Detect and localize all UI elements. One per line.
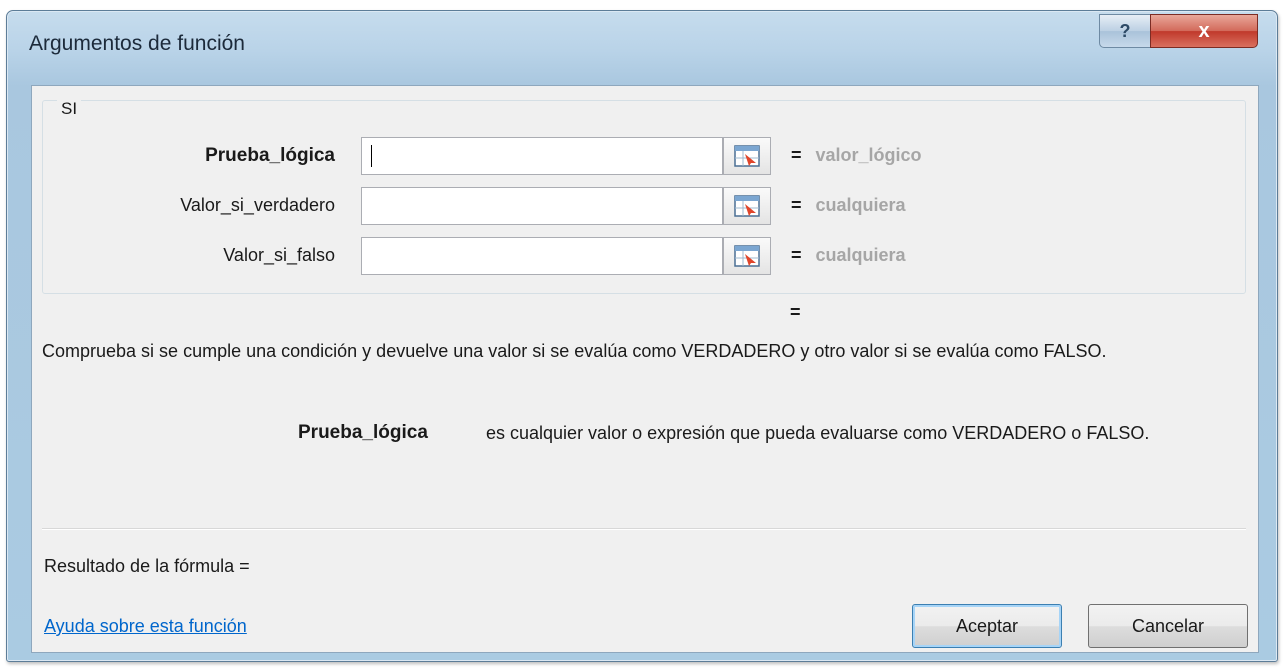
function-result-equals: = <box>790 302 801 322</box>
argument-result: = cualquiera <box>791 195 906 216</box>
range-select-icon <box>734 245 760 267</box>
collapse-dialog-button[interactable] <box>723 137 771 175</box>
question-mark-icon: ? <box>1119 20 1131 41</box>
result-value: cualquiera <box>815 245 906 265</box>
title-bar: Argumentos de función ? x <box>7 11 1277 83</box>
function-group: SI Prueba_lógica = valor_lógico Valor_si… <box>42 99 1246 294</box>
dialog-title: Argumentos de función <box>29 32 245 55</box>
result-value: valor_lógico <box>815 145 922 165</box>
close-icon: x <box>1198 19 1210 42</box>
argument-label: Valor_si_falso <box>223 245 335 265</box>
prueba-logica-input[interactable] <box>361 137 723 175</box>
help-link[interactable]: Ayuda sobre esta función <box>44 616 247 637</box>
valor-si-verdadero-input[interactable] <box>361 187 723 225</box>
dialog-body: SI Prueba_lógica = valor_lógico Valor_si… <box>31 85 1259 653</box>
cancel-button[interactable]: Cancelar <box>1088 604 1248 648</box>
accept-button[interactable]: Aceptar <box>912 604 1062 648</box>
argument-result: = valor_lógico <box>791 145 922 166</box>
argument-label: Valor_si_verdadero <box>180 195 335 215</box>
argument-row-valor-si-falso: Valor_si_falso = cualquiera <box>43 237 1245 277</box>
collapse-dialog-button[interactable] <box>723 237 771 275</box>
range-select-icon <box>734 145 760 167</box>
argument-row-valor-si-verdadero: Valor_si_verdadero = cualquiera <box>43 187 1245 227</box>
formula-result: Resultado de la fórmula = <box>44 556 250 576</box>
function-arguments-dialog: Argumentos de función ? x SI Prueba_lógi… <box>6 10 1278 662</box>
equals-sign: = <box>791 245 802 265</box>
result-value: cualquiera <box>815 195 906 215</box>
argument-label: Prueba_lógica <box>205 145 335 166</box>
argument-result: = cualquiera <box>791 245 906 266</box>
divider <box>42 528 1246 530</box>
equals-sign: = <box>791 195 802 215</box>
close-button[interactable]: x <box>1150 14 1258 48</box>
valor-si-falso-input[interactable] <box>361 237 723 275</box>
text-cursor <box>371 145 372 167</box>
argument-help-name: Prueba_lógica <box>298 422 428 443</box>
argument-help-text: es cualquier valor o expresión que pueda… <box>486 423 1150 443</box>
function-name: SI <box>57 99 82 119</box>
equals-sign: = <box>791 145 802 165</box>
function-description: Comprueba si se cumple una condición y d… <box>42 341 1107 361</box>
collapse-dialog-button[interactable] <box>723 187 771 225</box>
argument-row-prueba-logica: Prueba_lógica = valor_lógico <box>43 137 1245 177</box>
help-button[interactable]: ? <box>1099 14 1151 48</box>
range-select-icon <box>734 195 760 217</box>
